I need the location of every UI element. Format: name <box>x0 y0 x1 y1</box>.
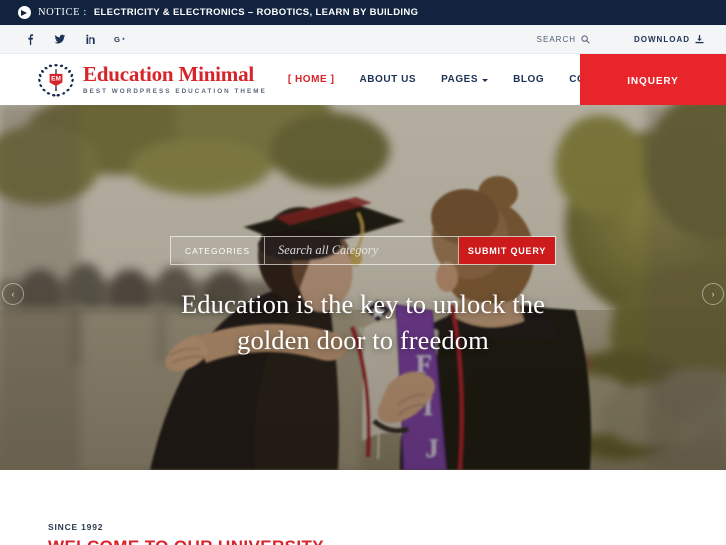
search-label: SEARCH <box>536 34 576 44</box>
site-logo[interactable]: EM Education Minimal BEST WORDPRESS EDUC… <box>38 62 267 98</box>
hero-content: CATEGORIES SUBMIT QUERY Education is the… <box>0 105 726 470</box>
social-links: G <box>24 33 126 45</box>
nav-item-pages[interactable]: PAGES <box>441 74 489 85</box>
search-toggle[interactable]: SEARCH <box>537 35 590 44</box>
search-icon <box>581 34 590 44</box>
hero-title-line-2: golden door to freedom <box>237 324 489 355</box>
nav-item-blog-label: BLOG <box>513 74 545 85</box>
emblem-icon: EM <box>38 62 74 98</box>
utility-actions: SEARCH DOWNLOAD <box>537 34 704 44</box>
since-label: SINCE 1992 <box>48 522 104 532</box>
hero-title-line-1: Education is the key to unlock the <box>180 289 545 319</box>
slider-next-glyph: › <box>711 289 715 299</box>
logo-tagline: BEST WORDPRESS EDUCATION THEME <box>83 87 267 95</box>
twitter-icon[interactable] <box>54 33 66 45</box>
download-icon <box>695 34 704 44</box>
categories-dropdown-label: CATEGORIES <box>184 245 251 256</box>
search-input[interactable] <box>278 243 458 258</box>
svg-text:G: G <box>114 35 120 44</box>
inquery-button-label: INQUERY <box>627 75 679 87</box>
notice-label: NOTICE : <box>38 7 87 18</box>
notice-message[interactable]: ELECTRICITY & ELECTRONICS – ROBOTICS, LE… <box>94 7 419 18</box>
categories-dropdown[interactable]: CATEGORIES <box>171 237 265 264</box>
submit-query-button[interactable]: SUBMIT QUERY <box>459 237 555 264</box>
facebook-icon[interactable] <box>24 33 36 45</box>
nav-item-about-us-label: ABOUT US <box>359 74 417 85</box>
svg-text:EM: EM <box>51 75 61 82</box>
download-link[interactable]: DOWNLOAD <box>634 34 704 44</box>
utility-bar: G SEARCH DOWNLOAD <box>0 25 726 54</box>
search-input-wrap <box>265 237 459 264</box>
download-label: DOWNLOAD <box>634 34 690 44</box>
slider-prev-arrow-icon[interactable]: ‹ <box>2 283 24 305</box>
notice-bar: NOTICE : ELECTRICITY & ELECTRONICS – ROB… <box>0 0 726 25</box>
welcome-heading: WELCOME TO OUR UNIVERSITY <box>48 537 726 545</box>
nav-item-blog[interactable]: BLOG <box>513 74 544 85</box>
hero-search-bar: CATEGORIES SUBMIT QUERY <box>170 236 556 265</box>
main-navigation: [ HOME ] ABOUT US PAGES BLOG CONTACT <box>288 74 621 85</box>
google-plus-icon[interactable]: G <box>114 33 126 45</box>
announcement-icon <box>18 6 31 19</box>
hero-title: Education is the key to unlock the golde… <box>181 287 545 358</box>
hero-slider: F I J <box>0 105 726 470</box>
site-header: EM Education Minimal BEST WORDPRESS EDUC… <box>0 54 726 108</box>
nav-item-home[interactable]: [ HOME ] <box>288 74 335 85</box>
submit-query-label: SUBMIT QUERY <box>467 245 547 256</box>
nav-item-pages-label: PAGES <box>441 74 479 85</box>
chevron-down-icon <box>482 78 489 82</box>
nav-item-about-us[interactable]: ABOUT US <box>359 74 416 85</box>
linkedin-icon[interactable] <box>84 33 96 45</box>
slider-next-arrow-icon[interactable]: › <box>702 283 724 305</box>
slider-prev-glyph: ‹ <box>11 289 15 299</box>
welcome-section: SINCE 1992 WELCOME TO OUR UNIVERSITY <box>0 470 726 545</box>
nav-item-home-label: [ HOME ] <box>287 74 335 85</box>
inquery-button[interactable]: INQUERY <box>580 54 726 108</box>
logo-title: Education Minimal <box>83 62 255 87</box>
